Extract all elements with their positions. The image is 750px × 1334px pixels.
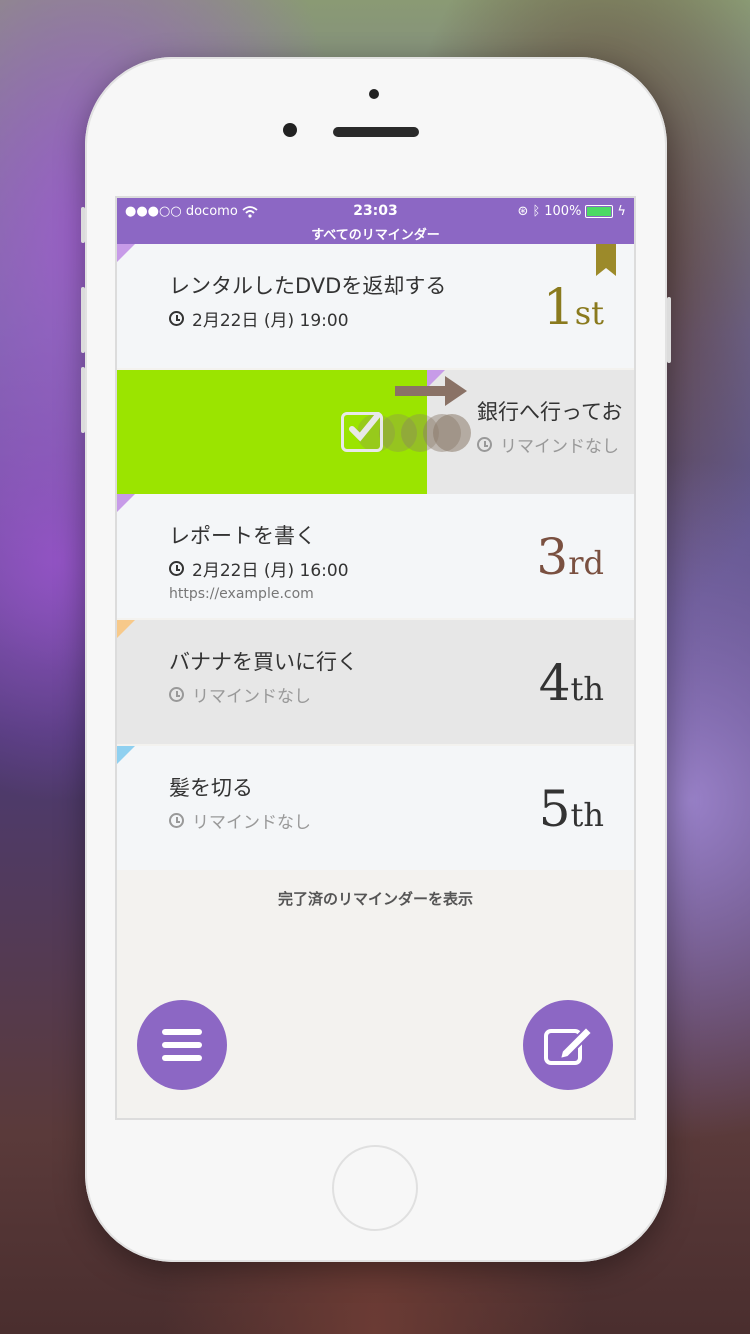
rotation-lock-icon: ⊛ (517, 204, 529, 219)
bluetooth-icon: ᛒ (532, 204, 541, 219)
reminder-title: バナナを買いに行く (169, 650, 358, 674)
list-item[interactable]: レンタルしたDVDを返却する 2月22日 (月) 19:00 1st (117, 244, 634, 368)
clock-icon (169, 561, 184, 576)
front-camera (369, 89, 379, 99)
list-item[interactable]: 髪を切る リマインドなし 5th (117, 746, 634, 870)
reminder-datetime: 2月22日 (月) 16:00 (169, 556, 349, 581)
clock-icon (169, 813, 184, 828)
color-tag (117, 244, 135, 262)
rank-suffix: th (570, 796, 604, 834)
rank-suffix: rd (568, 544, 604, 582)
checkbox-icon (341, 412, 383, 452)
earpiece (333, 127, 419, 137)
menu-icon (162, 1029, 202, 1061)
swipe-arrow-icon (395, 376, 467, 406)
mute-switch (81, 207, 85, 243)
list-item[interactable]: レポートを書く 2月22日 (月) 16:00 https://example.… (117, 494, 634, 618)
status-right: ⊛ ᛒ 100% ϟ (518, 204, 626, 219)
reminder-title: 銀行へ行ってお (477, 400, 623, 424)
reminder-datetime: 2月22日 (月) 19:00 (169, 306, 349, 331)
charging-icon: ϟ (617, 204, 626, 219)
clock-icon (169, 687, 184, 702)
color-tag (117, 494, 135, 512)
reminder-datetime: リマインドなし (169, 682, 311, 707)
reminder-datetime: リマインドなし (477, 432, 619, 457)
rank-number: 1 (542, 278, 575, 336)
color-tag (117, 746, 135, 764)
datetime-label: リマインドなし (192, 687, 311, 707)
status-bar: ●●●○○ docomo 23:03 ⊛ ᛒ 100% ϟ すべてのリマインダー (117, 198, 634, 244)
show-completed-link[interactable]: 完了済のリマインダーを表示 (117, 888, 634, 909)
datetime-label: 2月22日 (月) 19:00 (192, 311, 349, 331)
reminder-title: 髪を切る (169, 776, 253, 800)
menu-button[interactable] (137, 1000, 227, 1090)
compose-button[interactable] (523, 1000, 613, 1090)
bookmark-icon (596, 244, 616, 276)
rank-number: 3 (536, 528, 569, 586)
reminder-title: レポートを書く (169, 524, 316, 548)
rank-label: 1st (543, 278, 604, 336)
rank-label: 3rd (536, 528, 604, 586)
page-title: すべてのリマインダー (311, 228, 440, 243)
datetime-label: リマインドなし (500, 437, 619, 457)
color-tag (117, 620, 135, 638)
app-screen: ●●●○○ docomo 23:03 ⊛ ᛒ 100% ϟ すべてのリマインダー… (117, 198, 634, 1118)
reminder-url[interactable]: https://example.com (169, 586, 314, 602)
list-item[interactable]: バナナを買いに行く リマインドなし 4th (117, 620, 634, 744)
battery-icon (585, 205, 614, 218)
swipe-trail (433, 414, 471, 452)
power-button (667, 297, 671, 363)
rank-suffix: th (570, 670, 604, 708)
rank-number: 5 (538, 780, 571, 838)
battery-percent: 100% (544, 204, 582, 219)
reminder-title: レンタルしたDVDを返却する (169, 274, 447, 298)
rank-number: 4 (538, 654, 571, 712)
volume-up-button (81, 287, 85, 353)
datetime-label: リマインドなし (192, 813, 311, 833)
home-button[interactable] (332, 1145, 418, 1231)
volume-down-button (81, 367, 85, 433)
clock-icon (477, 437, 492, 452)
rank-suffix: st (574, 294, 604, 332)
compose-icon (544, 1025, 594, 1065)
clock-icon (169, 311, 184, 326)
datetime-label: 2月22日 (月) 16:00 (192, 561, 349, 581)
rank-label: 5th (539, 780, 604, 838)
reminder-datetime: リマインドなし (169, 808, 311, 833)
sensor (283, 123, 297, 137)
rank-label: 4th (539, 654, 604, 712)
